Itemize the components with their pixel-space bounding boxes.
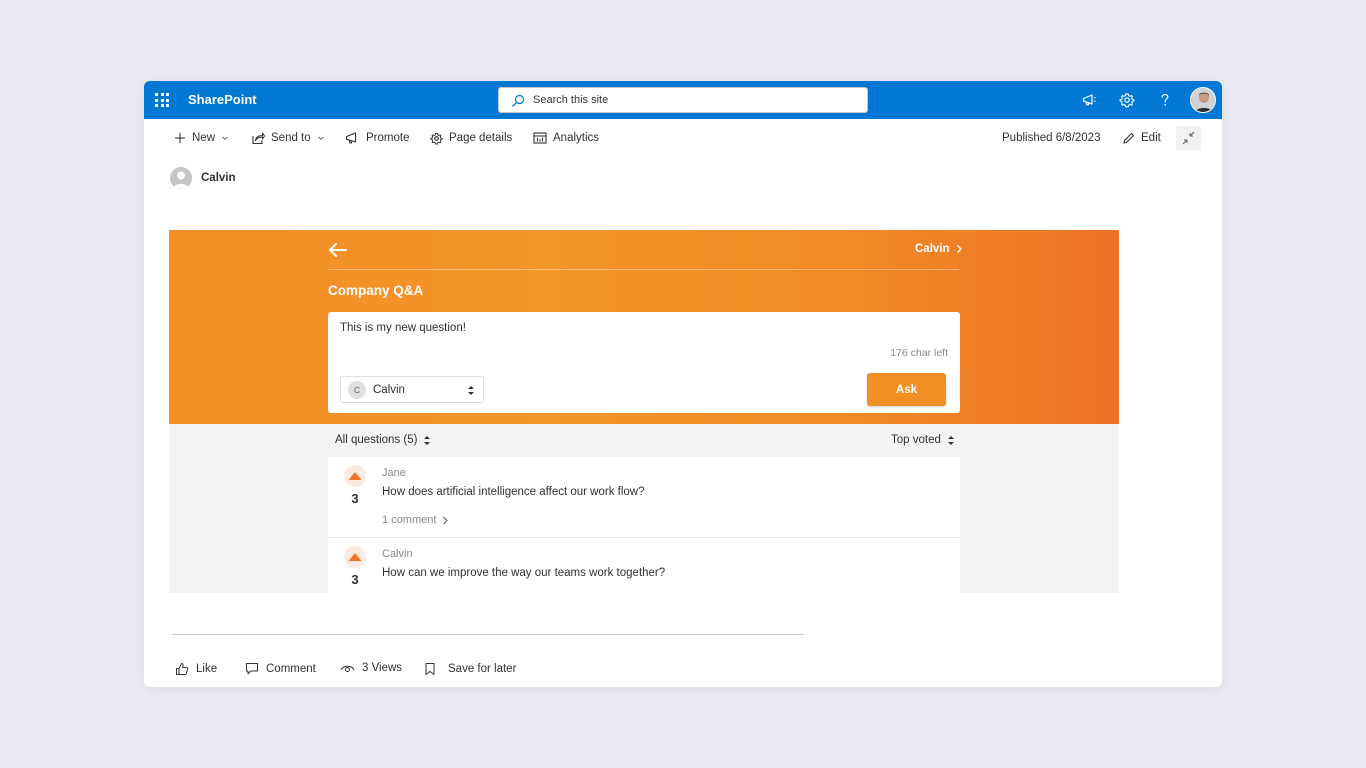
qa-webpart: Calvin Company Q&A This is my new questi…	[169, 230, 1119, 593]
selected-user-label: Calvin	[373, 383, 405, 396]
comment-label: Comment	[266, 662, 316, 675]
collapse-arrows-icon	[1182, 131, 1195, 145]
sort-updown-icon	[424, 435, 431, 445]
sort-label: Top voted	[891, 434, 941, 446]
filter-label: All questions (5)	[335, 434, 418, 446]
chevron-right-icon	[956, 245, 962, 253]
upvote-button[interactable]	[344, 465, 366, 487]
search-icon	[512, 94, 525, 107]
question-author: Jane	[382, 467, 406, 479]
help-icon[interactable]	[1157, 92, 1173, 108]
app-launcher-icon[interactable]	[155, 93, 169, 107]
eye-icon	[340, 665, 355, 672]
published-status: Published 6/8/2023	[1002, 130, 1100, 146]
ask-question-card: This is my new question! 176 char left C…	[328, 312, 960, 413]
save-for-later-label: Save for later	[448, 663, 517, 675]
questions-list: 3 Jane How does artificial intelligence …	[328, 457, 960, 593]
new-button[interactable]: New	[174, 130, 229, 146]
megaphone-icon[interactable]	[1081, 92, 1097, 108]
back-arrow-icon[interactable]	[328, 242, 348, 258]
qa-header: Calvin Company Q&A This is my new questi…	[169, 230, 1119, 424]
author-avatar	[170, 167, 192, 189]
question-author: Calvin	[382, 548, 413, 560]
question-text[interactable]: How can we improve the way our teams wor…	[382, 567, 665, 579]
chevron-right-icon	[443, 516, 449, 524]
plus-icon	[175, 133, 185, 143]
command-bar: New Send to Promote Page details Analyti…	[144, 119, 1222, 155]
search-input[interactable]	[533, 92, 853, 108]
questions-filter[interactable]: All questions (5)	[335, 434, 431, 446]
settings-gear-icon[interactable]	[1119, 92, 1135, 108]
analytics-button[interactable]: Analytics	[533, 130, 599, 146]
qa-title: Company Q&A	[328, 283, 424, 298]
promote-button[interactable]: Promote	[345, 130, 409, 146]
send-to-label: Send to	[271, 132, 311, 144]
comment-button[interactable]: Comment	[245, 662, 316, 675]
sharepoint-window: SharePoint New Send to Promote Pa	[144, 81, 1222, 687]
comments-label: 1 comment	[382, 514, 437, 526]
analytics-chart-icon	[533, 132, 547, 144]
promote-label: Promote	[366, 132, 410, 144]
like-button[interactable]: Like	[175, 662, 217, 676]
new-label: New	[192, 132, 216, 144]
ask-button[interactable]: Ask	[867, 373, 946, 406]
edit-label: Edit	[1141, 132, 1161, 144]
question-item[interactable]: 3 Jane How does artificial intelligence …	[328, 457, 960, 538]
vote-count: 3	[351, 572, 359, 587]
comments-link[interactable]: 1 comment	[382, 514, 449, 526]
crumb-label: Calvin	[915, 243, 950, 255]
user-photo-icon	[1191, 88, 1215, 112]
author-name: Calvin	[201, 172, 236, 184]
save-for-later-button[interactable]: Save for later	[423, 662, 516, 676]
views-label: 3 Views	[362, 662, 403, 674]
published-label: Published 6/8/2023	[1002, 132, 1101, 144]
like-label: Like	[196, 663, 218, 675]
gear-icon	[430, 132, 443, 145]
chevron-down-icon	[317, 136, 324, 141]
user-avatar[interactable]	[1190, 87, 1216, 113]
send-to-button[interactable]: Send to	[251, 130, 325, 146]
ask-as-user-select[interactable]: C Calvin	[340, 376, 484, 403]
upvote-triangle-icon	[348, 472, 362, 480]
comment-icon	[246, 663, 258, 675]
page-author[interactable]: Calvin	[170, 167, 236, 189]
question-text[interactable]: How does artificial intelligence affect …	[382, 486, 645, 498]
header-divider	[328, 269, 959, 270]
search-box[interactable]	[498, 87, 868, 113]
vote-count: 3	[351, 491, 359, 506]
question-item[interactable]: 3 Calvin How can we improve the way our …	[328, 538, 960, 593]
question-textarea[interactable]: This is my new question!	[340, 322, 466, 334]
thumbs-up-icon	[176, 663, 189, 675]
suite-bar: SharePoint	[144, 81, 1222, 119]
user-initial-avatar: C	[348, 380, 366, 399]
upvote-button[interactable]	[344, 546, 366, 568]
edit-button[interactable]: Edit	[1122, 130, 1161, 146]
sort-updown-icon	[468, 386, 474, 395]
char-counter: 176 char left	[890, 347, 948, 359]
chevron-down-icon	[222, 136, 228, 141]
page-details-label: Page details	[449, 132, 513, 144]
user-breadcrumb[interactable]: Calvin	[915, 243, 964, 255]
analytics-label: Analytics	[553, 132, 600, 144]
bookmark-icon	[425, 663, 435, 675]
footer-divider	[172, 634, 804, 635]
pencil-icon	[1123, 132, 1135, 144]
collapse-button[interactable]	[1176, 126, 1201, 150]
megaphone-icon	[345, 132, 357, 144]
sort-updown-icon	[947, 435, 954, 445]
upvote-triangle-icon	[348, 553, 362, 561]
page-details-button[interactable]: Page details	[430, 130, 512, 146]
app-name[interactable]: SharePoint	[188, 92, 257, 107]
views-count: 3 Views	[340, 662, 402, 674]
sort-dropdown[interactable]: Top voted	[891, 434, 955, 446]
share-icon	[252, 132, 265, 145]
person-icon	[170, 167, 192, 189]
